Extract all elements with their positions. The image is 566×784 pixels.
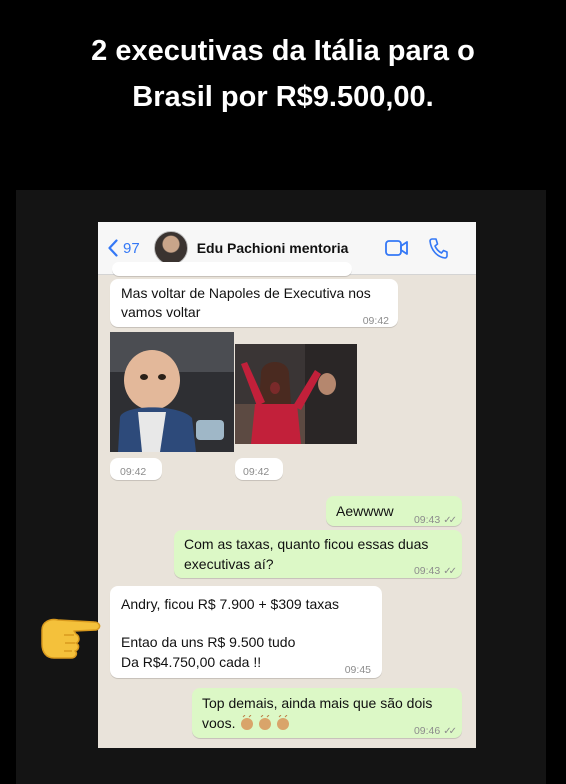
chevron-left-icon: [108, 239, 118, 257]
message-time-group: 09:43 ✓✓: [413, 510, 457, 531]
read-ticks-icon: ✓✓: [443, 726, 457, 737]
incoming-message[interactable]: Mas voltar de Napoles de Executiva nos v…: [110, 279, 398, 327]
video-call-icon[interactable]: [385, 237, 409, 259]
message-time-group: 09:43 ✓✓: [413, 561, 457, 582]
incoming-message[interactable]: Andry, ficou R$ 7.900 + $309 taxas Entao…: [110, 586, 382, 678]
outgoing-message[interactable]: Aewwww 09:43 ✓✓: [326, 496, 462, 526]
message-time: 09:43: [413, 514, 441, 526]
message-line: voos.: [202, 715, 240, 731]
photo-celebrating-girl-icon: [235, 344, 357, 444]
message-time: 09:43: [413, 565, 441, 577]
message-time: 09:45: [344, 664, 371, 676]
message-line: Com as taxas, quanto ficou essas duas: [184, 536, 429, 552]
read-ticks-icon: ✓✓: [443, 566, 457, 577]
message-line: Entao da uns R$ 9.500 tudo: [121, 634, 296, 650]
avatar[interactable]: [153, 231, 188, 265]
image-message[interactable]: 09:42: [235, 344, 357, 482]
message-time-group: 09:46 ✓✓: [413, 721, 457, 742]
message-time: 09:42: [120, 466, 147, 478]
headline-line-2: Brasil por R$9.500,00.: [132, 81, 434, 113]
message-line-with-emoji: voos.: [202, 713, 293, 733]
message-line: vamos voltar: [121, 304, 201, 320]
back-button[interactable]: 97: [108, 239, 140, 257]
photo-baby-icon: [110, 332, 234, 452]
image-message[interactable]: 09:42: [110, 332, 234, 482]
message-line: executivas aí?: [184, 556, 274, 572]
chat-screenshot: 97 Edu Pachioni mentoria Mas voltar de N…: [98, 222, 476, 748]
message-time: 09:42: [362, 315, 389, 327]
previous-message: [112, 262, 352, 276]
headline: 2 executivas da Itália para o Brasil por…: [0, 28, 566, 120]
message-time: 09:42: [243, 466, 270, 478]
pointing-hand-icon: [41, 618, 101, 659]
headline-line-1: 2 executivas da Itália para o: [91, 35, 475, 67]
back-count: 97: [123, 239, 140, 257]
clapping-hands-icon: [241, 714, 290, 730]
image-time-chip: 09:42: [235, 458, 283, 480]
message-line: Andry, ficou R$ 7.900 + $309 taxas: [121, 596, 340, 612]
outgoing-message[interactable]: Top demais, ainda mais que são dois voos…: [192, 688, 462, 738]
contact-name[interactable]: Edu Pachioni mentoria: [197, 240, 349, 256]
message-time: 09:46: [413, 725, 441, 737]
read-ticks-icon: ✓✓: [443, 515, 457, 526]
message-line: Da R$4.750,00 cada !!: [121, 654, 262, 670]
outgoing-message[interactable]: Com as taxas, quanto ficou essas duas ex…: [174, 530, 462, 578]
phone-call-icon[interactable]: [428, 237, 448, 259]
message-line: Mas voltar de Napoles de Executiva nos: [121, 285, 371, 301]
image-time-chip: 09:42: [110, 458, 162, 480]
message-line: Top demais, ainda mais que são dois: [202, 695, 433, 711]
message-line: Aewwww: [336, 503, 394, 519]
